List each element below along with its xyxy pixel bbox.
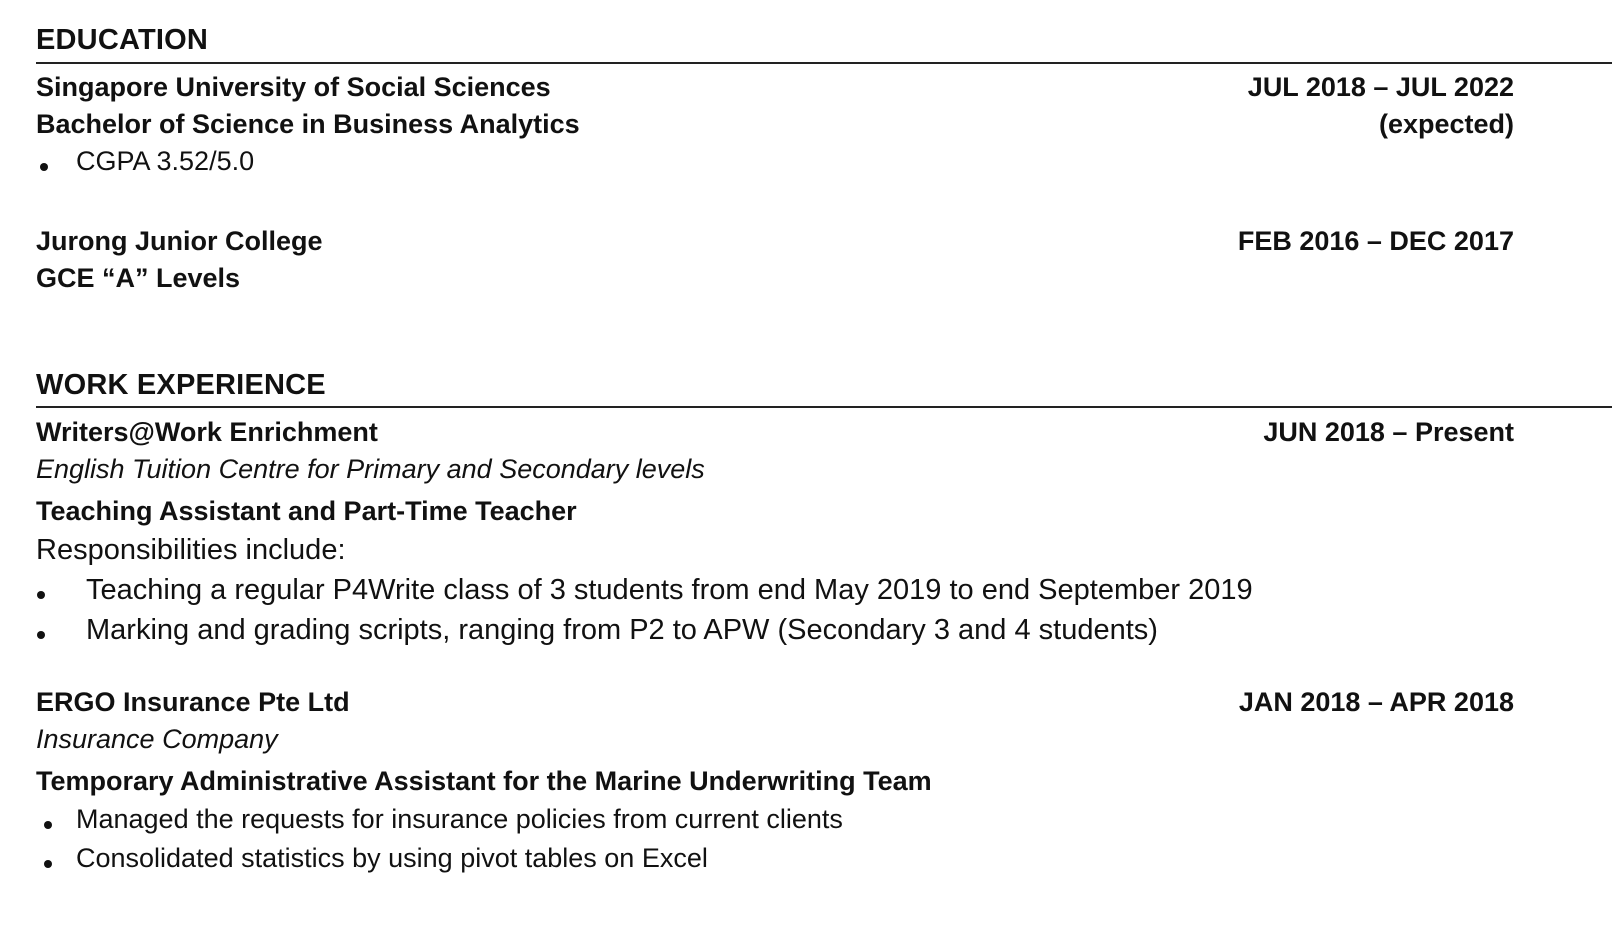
bullet-icon — [44, 860, 52, 868]
work-experience-heading: WORK EXPERIENCE — [36, 369, 326, 401]
education-institution: Singapore University of Social Sciences — [36, 72, 551, 102]
job-description: English Tuition Centre for Primary and S… — [36, 454, 705, 484]
bullet-icon — [37, 591, 45, 599]
bullet-icon — [44, 821, 52, 829]
job-company: ERGO Insurance Pte Ltd — [36, 687, 350, 717]
job-bullet: Managed the requests for insurance polic… — [76, 804, 843, 834]
education-heading: EDUCATION — [36, 24, 209, 56]
education-date: FEB 2016 – DEC 2017 — [1237, 226, 1514, 256]
education-divider — [36, 62, 1612, 64]
bullet-icon — [40, 163, 48, 171]
work-experience-divider — [36, 406, 1612, 408]
education-date-note: (expected) — [1378, 109, 1514, 139]
job-bullet: Teaching a regular P4Write class of 3 st… — [86, 574, 1253, 606]
education-institution: Jurong Junior College — [36, 226, 323, 256]
job-role: Teaching Assistant and Part-Time Teacher — [36, 496, 577, 526]
education-qualification: GCE “A” Levels — [36, 263, 241, 293]
job-role: Temporary Administrative Assistant for t… — [36, 766, 932, 796]
job-bullet: Consolidated statistics by using pivot t… — [76, 843, 708, 873]
job-description: Insurance Company — [36, 724, 278, 754]
education-date: JUL 2018 – JUL 2022 — [1247, 72, 1514, 102]
job-responsibilities-lead: Responsibilities include: — [36, 534, 346, 566]
education-qualification: Bachelor of Science in Business Analytic… — [36, 109, 580, 139]
job-bullet: Marking and grading scripts, ranging fro… — [86, 614, 1158, 646]
job-date: JUN 2018 – Present — [1263, 417, 1514, 447]
job-date: JAN 2018 – APR 2018 — [1238, 687, 1514, 717]
education-bullet: CGPA 3.52/5.0 — [76, 146, 255, 176]
bullet-icon — [37, 631, 45, 639]
job-company: Writers@Work Enrichment — [36, 417, 378, 447]
